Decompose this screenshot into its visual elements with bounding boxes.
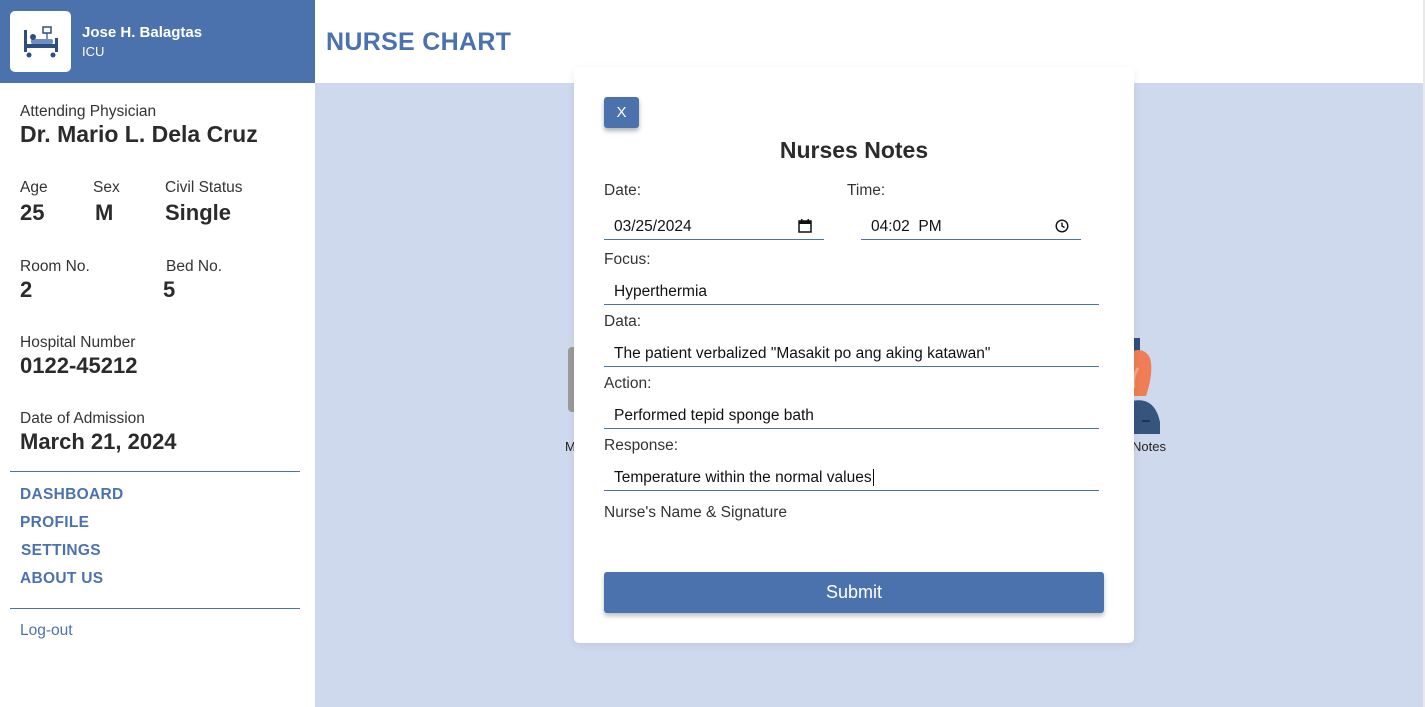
nav-settings[interactable]: SETTINGS — [21, 542, 101, 560]
text-caret — [872, 469, 874, 486]
page-title: NURSE CHART — [326, 28, 512, 56]
room-value: 2 — [20, 277, 33, 302]
modal-title: Nurses Notes — [779, 137, 929, 163]
nurses-notes-modal: X Nurses Notes Date: Time: 03/25/2024 04… — [574, 67, 1134, 643]
nav-profile[interactable]: PROFILE — [20, 514, 89, 532]
nav-dashboard[interactable]: DASHBOARD — [20, 486, 123, 504]
logout-link[interactable]: Log-out — [20, 622, 73, 640]
attending-label: Attending Physician — [20, 103, 157, 120]
data-input[interactable]: The patient verbalized "Masakit po ang a… — [604, 341, 1099, 367]
admission-date: Date of Admission March 21, 2024 — [20, 410, 177, 455]
background-notes-label: Notes — [1132, 439, 1166, 454]
attending-physician: Attending Physician Dr. Mario L. Dela Cr… — [20, 103, 258, 148]
focus-input[interactable]: Hyperthermia — [604, 279, 1099, 305]
admission-label: Date of Admission — [20, 410, 145, 427]
attending-value: Dr. Mario L. Dela Cruz — [20, 121, 258, 147]
bed-block: Bed No. 5 — [163, 258, 223, 303]
age-label: Age — [20, 179, 48, 196]
admission-value: March 21, 2024 — [20, 429, 177, 454]
hospital-bed-icon — [10, 11, 71, 72]
hospital-number-value: 0122-45212 — [20, 353, 138, 378]
date-input[interactable]: 03/25/2024 — [604, 214, 824, 240]
room-block: Room No. 2 — [20, 258, 166, 303]
data-label: Data: — [604, 313, 642, 330]
clock-icon[interactable] — [1055, 219, 1069, 238]
focus-value: Hyperthermia — [614, 282, 708, 300]
signature-label: Nurse's Name & Signature — [604, 504, 788, 521]
action-value: Performed tepid sponge bath — [614, 406, 814, 424]
age-value: 25 — [20, 200, 45, 225]
action-input[interactable]: Performed tepid sponge bath — [604, 403, 1099, 429]
date-label: Date: — [604, 182, 642, 199]
time-input[interactable]: 04:02 PM — [861, 214, 1081, 240]
sex-block: Sex M — [93, 179, 165, 226]
sex-label: Sex — [93, 179, 120, 196]
civil-status-block: Civil Status Single — [165, 179, 243, 226]
room-label: Room No. — [20, 258, 90, 275]
bed-value: 5 — [163, 277, 176, 302]
hospital-number: Hospital Number 0122-45212 — [20, 334, 137, 379]
response-input[interactable]: Temperature within the normal values — [604, 465, 1099, 491]
sidebar-divider — [10, 471, 300, 472]
patient-header: Jose H. Balagtas ICU — [0, 0, 315, 83]
sex-value: M — [95, 200, 114, 225]
focus-label: Focus: — [604, 251, 651, 268]
time-value: 04:02 PM — [871, 217, 942, 235]
response-label: Response: — [604, 437, 679, 454]
civil-status-value: Single — [165, 200, 232, 225]
patient-name: Jose H. Balagtas — [82, 24, 203, 41]
submit-button[interactable]: Submit — [604, 572, 1104, 613]
civil-status-label: Civil Status — [165, 179, 243, 196]
patient-unit: ICU — [82, 44, 105, 59]
time-label: Time: — [847, 182, 886, 199]
age-block: Age 25 — [20, 179, 93, 226]
date-value: 03/25/2024 — [614, 217, 692, 235]
nav-about-us[interactable]: ABOUT US — [20, 570, 103, 588]
bed-label: Bed No. — [166, 258, 223, 275]
response-value: Temperature within the normal values — [614, 468, 872, 486]
data-value: The patient verbalized "Masakit po ang a… — [614, 344, 991, 362]
sidebar: Jose H. Balagtas ICU Attending Physician… — [0, 0, 315, 707]
calendar-icon[interactable] — [798, 219, 812, 238]
sidebar-divider-bottom — [10, 608, 300, 609]
hospital-number-label: Hospital Number — [20, 334, 136, 351]
action-label: Action: — [604, 375, 652, 392]
close-button[interactable]: X — [604, 97, 639, 128]
